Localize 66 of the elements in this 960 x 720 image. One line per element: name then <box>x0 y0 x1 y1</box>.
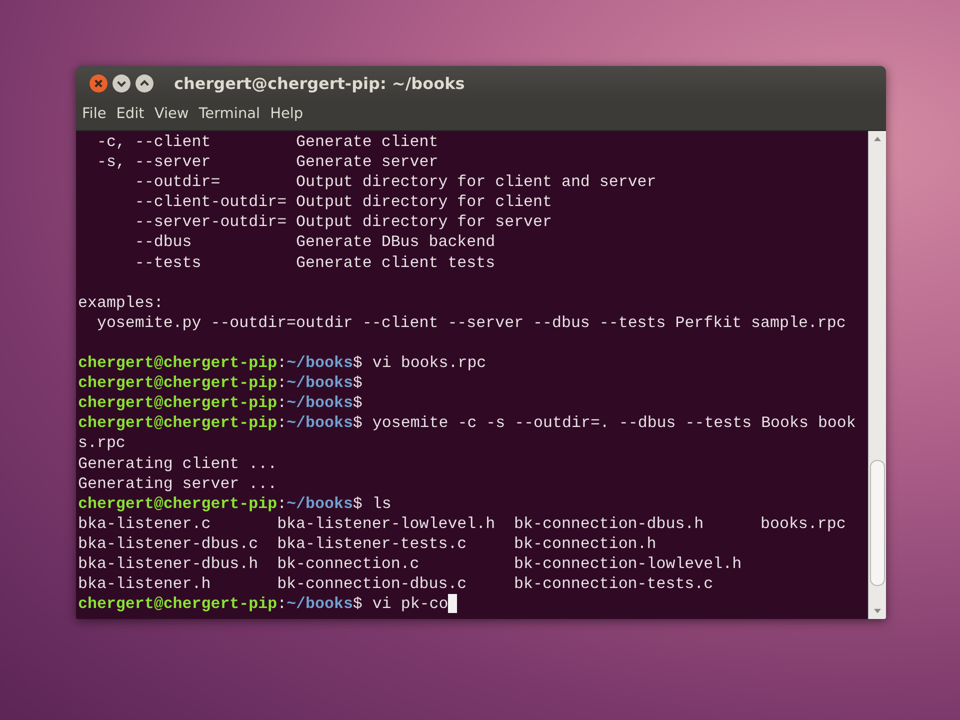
output-text: examples: <box>78 294 164 312</box>
scroll-down-icon[interactable] <box>873 608 882 615</box>
prompt-symbol: $ <box>352 374 362 392</box>
prompt-path: ~/books <box>286 494 353 513</box>
prompt-path: ~/books <box>286 414 353 432</box>
scroll-up-icon[interactable] <box>873 135 882 142</box>
prompt-path: ~/books <box>286 595 353 614</box>
prompt-user: chergert@chergert-pip <box>78 595 278 614</box>
menu-item[interactable]: Edit <box>116 106 144 122</box>
prompt-user: chergert@chergert-pip <box>78 494 278 513</box>
prompt-symbol: $ <box>352 595 362 614</box>
file-name: bka-listener-tests.c <box>277 534 468 554</box>
file-name: bk-connection.h <box>514 534 658 554</box>
prompt-symbol: $ <box>352 394 362 412</box>
prompt-symbol: $ <box>352 354 362 372</box>
output-text: s.rpc <box>78 434 126 452</box>
prompt-separator: : <box>277 494 287 513</box>
output-text: --dbus Generate DBus backend <box>134 233 496 252</box>
output-text: Generating client ... <box>78 454 278 472</box>
file-name: bk-connection-lowlevel.h <box>514 554 743 574</box>
prompt-separator: : <box>277 414 287 432</box>
file-name: bk-connection.c <box>277 554 420 574</box>
output-text: --tests Generate client tests <box>134 254 496 272</box>
maximize-icon[interactable] <box>135 74 154 92</box>
minimize-icon[interactable] <box>112 74 131 92</box>
command-text: vi pk-co <box>372 595 448 614</box>
file-name: bk-connection-dbus.h <box>514 514 705 534</box>
prompt-user: chergert@chergert-pip <box>78 394 278 412</box>
output-text: --server-outdir= Output directory for server <box>134 213 552 232</box>
file-name: books.rpc <box>760 514 847 534</box>
menu-item[interactable]: Help <box>270 106 304 122</box>
prompt-symbol: $ <box>352 414 362 432</box>
output-text: -c, --client Generate client <box>96 133 438 151</box>
file-name: bka-listener.h <box>78 574 212 594</box>
close-icon[interactable] <box>89 74 108 92</box>
prompt-separator: : <box>277 394 287 412</box>
command-text: vi books.rpc <box>372 354 486 372</box>
file-name: bka-listener-dbus.h <box>78 554 260 574</box>
prompt-separator: : <box>277 354 287 372</box>
file-name: bk-connection-dbus.c <box>277 574 468 594</box>
window-title: chergert@chergert-pip: ~/books <box>174 74 465 92</box>
prompt-path: ~/books <box>286 354 353 372</box>
prompt-symbol: $ <box>352 494 362 513</box>
menu-item[interactable]: View <box>154 106 189 122</box>
output-text: -s, --server Generate server <box>96 153 438 172</box>
prompt-separator: : <box>277 374 287 392</box>
prompt-path: ~/books <box>286 394 353 412</box>
file-name: bka-listener.c <box>78 514 212 534</box>
menu-item[interactable]: File <box>82 106 106 122</box>
prompt-separator: : <box>277 595 287 614</box>
scrollbar-thumb[interactable] <box>870 460 885 586</box>
scrollbar[interactable] <box>868 131 886 619</box>
prompt-user: chergert@chergert-pip <box>78 414 278 432</box>
output-text: yosemite.py --outdir=outdir --client --server --dbus --tests Perfkit sample.rpc <box>96 314 846 332</box>
output-text: --outdir= Output directory for client and server <box>134 173 656 192</box>
output-text: Generating server ... <box>78 474 278 493</box>
file-name: bk-connection-tests.c <box>514 574 714 594</box>
prompt-user: chergert@chergert-pip <box>78 354 278 372</box>
file-name: bka-listener-dbus.c <box>78 534 260 554</box>
menu-item[interactable]: Terminal <box>198 106 260 122</box>
prompt-path: ~/books <box>286 374 353 392</box>
file-name: bka-listener-lowlevel.h <box>277 514 496 534</box>
output-text: --client-outdir= Output directory for client <box>134 193 552 212</box>
command-text: yosemite -c -s --outdir=. --dbus --tests Books book <box>372 414 856 432</box>
command-text: ls <box>372 494 392 513</box>
prompt-user: chergert@chergert-pip <box>78 374 278 392</box>
